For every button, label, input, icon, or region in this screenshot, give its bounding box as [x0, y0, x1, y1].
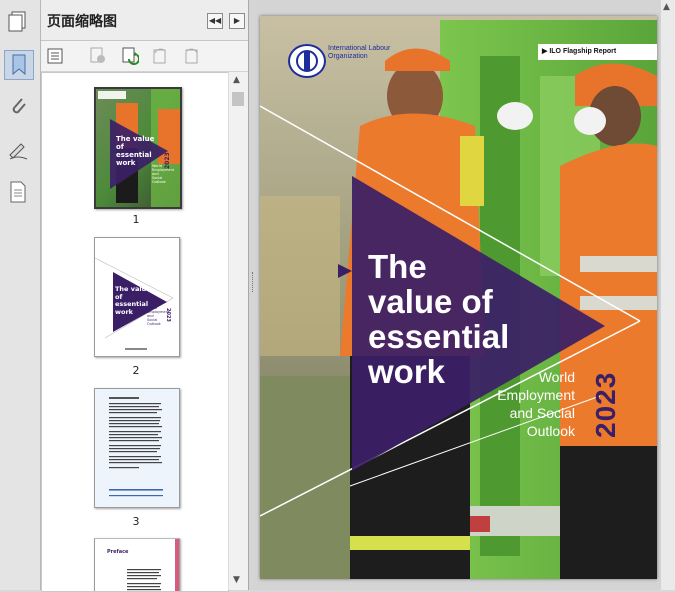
org-name: International Labour Organization: [328, 45, 391, 60]
panel-header: 页面缩略图 ◀◀ ▶: [41, 0, 248, 41]
doc-scroll-up-icon[interactable]: ▲: [663, 2, 670, 12]
page-thumbnail-3[interactable]: [94, 388, 180, 508]
thumbnail-list[interactable]: The value of essential work World Employ…: [41, 72, 229, 592]
cover-page: International Labour Organization ▶ ILO …: [260, 16, 657, 579]
pages-panel-icon[interactable]: [4, 8, 32, 36]
subtitle-line-3: and Social: [509, 405, 575, 421]
page-thumbnail-2[interactable]: The value of essential work World Employ…: [94, 237, 180, 357]
attachment-icon[interactable]: [4, 92, 32, 120]
scroll-down-arrow-icon[interactable]: ▼: [233, 575, 240, 585]
expand-panel-button[interactable]: ▶: [229, 13, 245, 29]
page-number-label: 1: [132, 213, 140, 226]
delete-page-icon[interactable]: [89, 47, 107, 65]
rotate-right-icon[interactable]: [183, 47, 201, 65]
report-tag: ▶ ILO Flagship Report: [542, 47, 616, 55]
title-line-3: essential: [368, 318, 510, 355]
bookmark-icon[interactable]: [4, 50, 34, 80]
thumb1-year: 2023: [164, 152, 171, 169]
signature-icon[interactable]: [4, 136, 32, 164]
subtitle-line-4: Outlook: [526, 423, 575, 439]
thumb2-year: 2023: [165, 308, 171, 322]
rotate-left-icon[interactable]: [151, 47, 169, 65]
rotate-page-icon[interactable]: [121, 47, 139, 65]
subtitle-line-2: Employment: [497, 387, 575, 403]
subtitle-line-1: World: [538, 369, 575, 385]
thumbnail-scrollbar[interactable]: ▲ ▼: [228, 72, 247, 590]
document-scrollbar[interactable]: ▲: [661, 0, 675, 590]
report-tag-label: ILO Flagship Report: [549, 48, 617, 55]
page-number-label: 2: [132, 364, 140, 377]
title-line-2: value of: [368, 283, 493, 320]
splitter-grip[interactable]: [252, 272, 255, 292]
thumbnail-toolbar: [41, 41, 248, 72]
page-thumbnails-panel: 页面缩略图 ◀◀ ▶ The value of essential work W…: [41, 0, 249, 592]
page-thumbnail-4[interactable]: Preface: [94, 538, 180, 591]
title-line-1: The: [368, 248, 427, 285]
navigation-toolbar: [0, 0, 41, 590]
document-icon[interactable]: [4, 178, 32, 206]
page-number-label: 3: [132, 515, 140, 528]
thumb2-subtitle: World Employment and Social Outlook: [147, 306, 170, 326]
ilo-logo: [288, 44, 326, 78]
scroll-up-arrow-icon[interactable]: ▲: [233, 75, 240, 85]
page-thumbnail-1[interactable]: The value of essential work World Employ…: [94, 87, 182, 209]
thumb1-title: The value of essential work: [116, 135, 155, 167]
options-menu-icon[interactable]: [47, 47, 65, 65]
cover-year: 2023: [590, 371, 621, 438]
panel-splitter[interactable]: [249, 0, 257, 590]
document-view[interactable]: International Labour Organization ▶ ILO …: [257, 0, 675, 590]
cover-subtitle: World Employment and Social Outlook: [485, 368, 575, 440]
collapse-panel-button[interactable]: ◀◀: [207, 13, 223, 29]
scrollbar-thumb[interactable]: [232, 92, 244, 106]
panel-title: 页面缩略图: [47, 14, 117, 30]
